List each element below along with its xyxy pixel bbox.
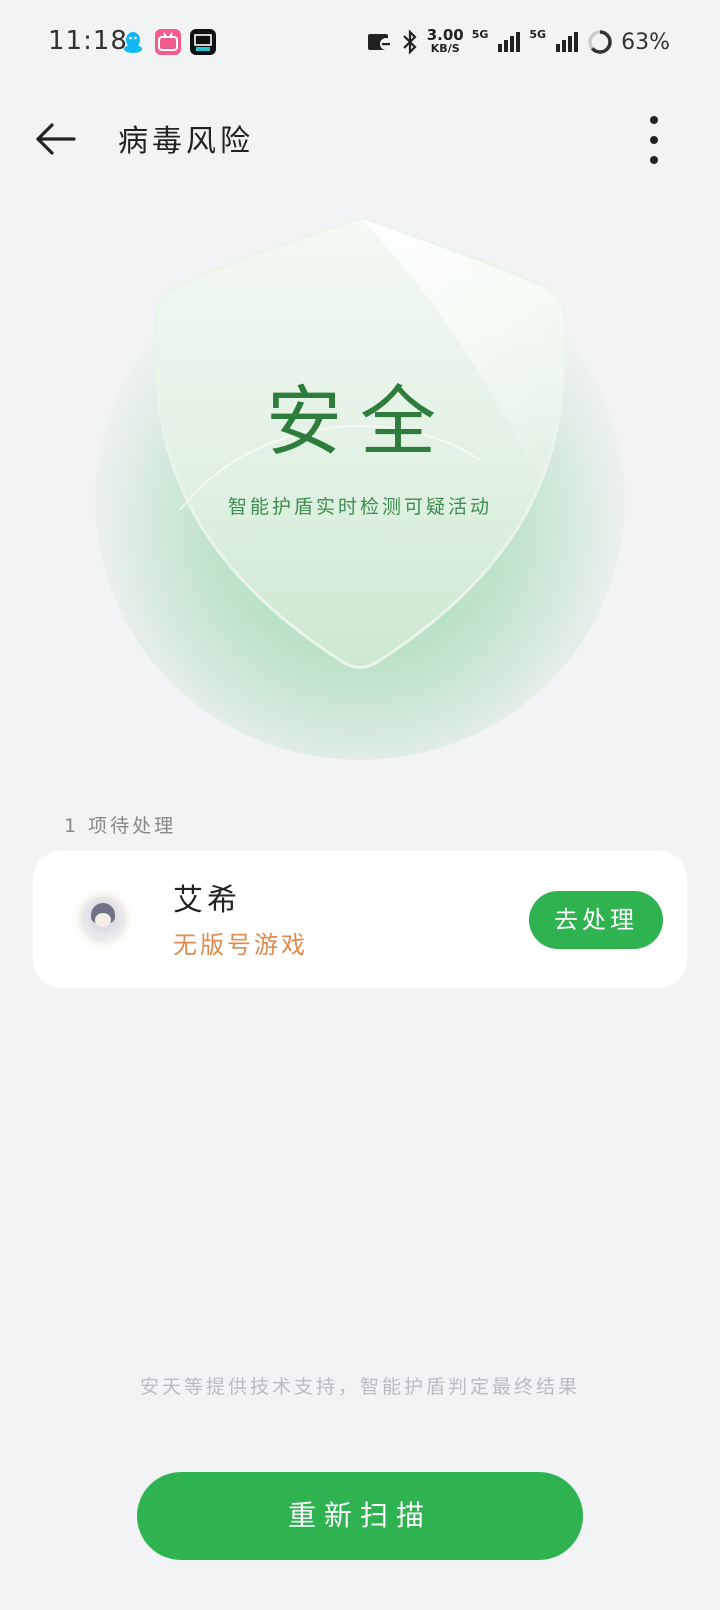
rescan-button[interactable]: 重新扫描 <box>137 1472 583 1560</box>
signal-strength-icon <box>556 32 579 52</box>
risk-item-card: 艾希 无版号游戏 去处理 <box>33 851 687 988</box>
virus-risk-page: 11:18 3.00 KB/S 5G 5G 63% 病毒风险 安全 智能护盾实时… <box>0 0 720 1610</box>
header: 病毒风险 <box>0 100 720 180</box>
status-time: 11:18 <box>48 26 128 56</box>
back-arrow-icon[interactable] <box>30 112 84 166</box>
sim1-network-label: 5G <box>471 28 489 41</box>
status-icons: 3.00 KB/S 5G 5G 63% <box>367 24 670 60</box>
battery-percent: 63% <box>621 29 670 55</box>
safety-status: 安全 <box>266 377 454 466</box>
network-speed: 3.00 KB/S <box>426 26 464 56</box>
bilibili-icon <box>155 29 181 55</box>
more-options-icon[interactable] <box>634 114 674 166</box>
nfc-icon <box>367 34 392 50</box>
battery-ring-icon <box>588 30 612 54</box>
sim2-network-label: 5G <box>529 28 547 41</box>
bluetooth-icon <box>402 29 417 55</box>
tech-support-note: 安天等提供技术支持，智能护盾判定最终结果 <box>139 1376 580 1398</box>
risk-type-label: 无版号游戏 <box>173 931 308 959</box>
shield-caption: 智能护盾实时检测可疑活动 <box>227 496 492 518</box>
app-avatar <box>81 897 125 941</box>
page-title: 病毒风险 <box>118 124 254 159</box>
handle-risk-button[interactable]: 去处理 <box>529 891 663 949</box>
shield-status-area: 安全 智能护盾实时检测可疑活动 <box>0 180 720 760</box>
dewu-icon <box>190 29 216 55</box>
qq-icon <box>124 32 142 53</box>
signal-strength-icon <box>498 32 521 52</box>
status-bar: 11:18 3.00 KB/S 5G 5G 63% <box>0 0 720 84</box>
app-name: 艾希 <box>173 883 241 918</box>
pending-count-label: 1 项待处理 <box>64 815 177 837</box>
